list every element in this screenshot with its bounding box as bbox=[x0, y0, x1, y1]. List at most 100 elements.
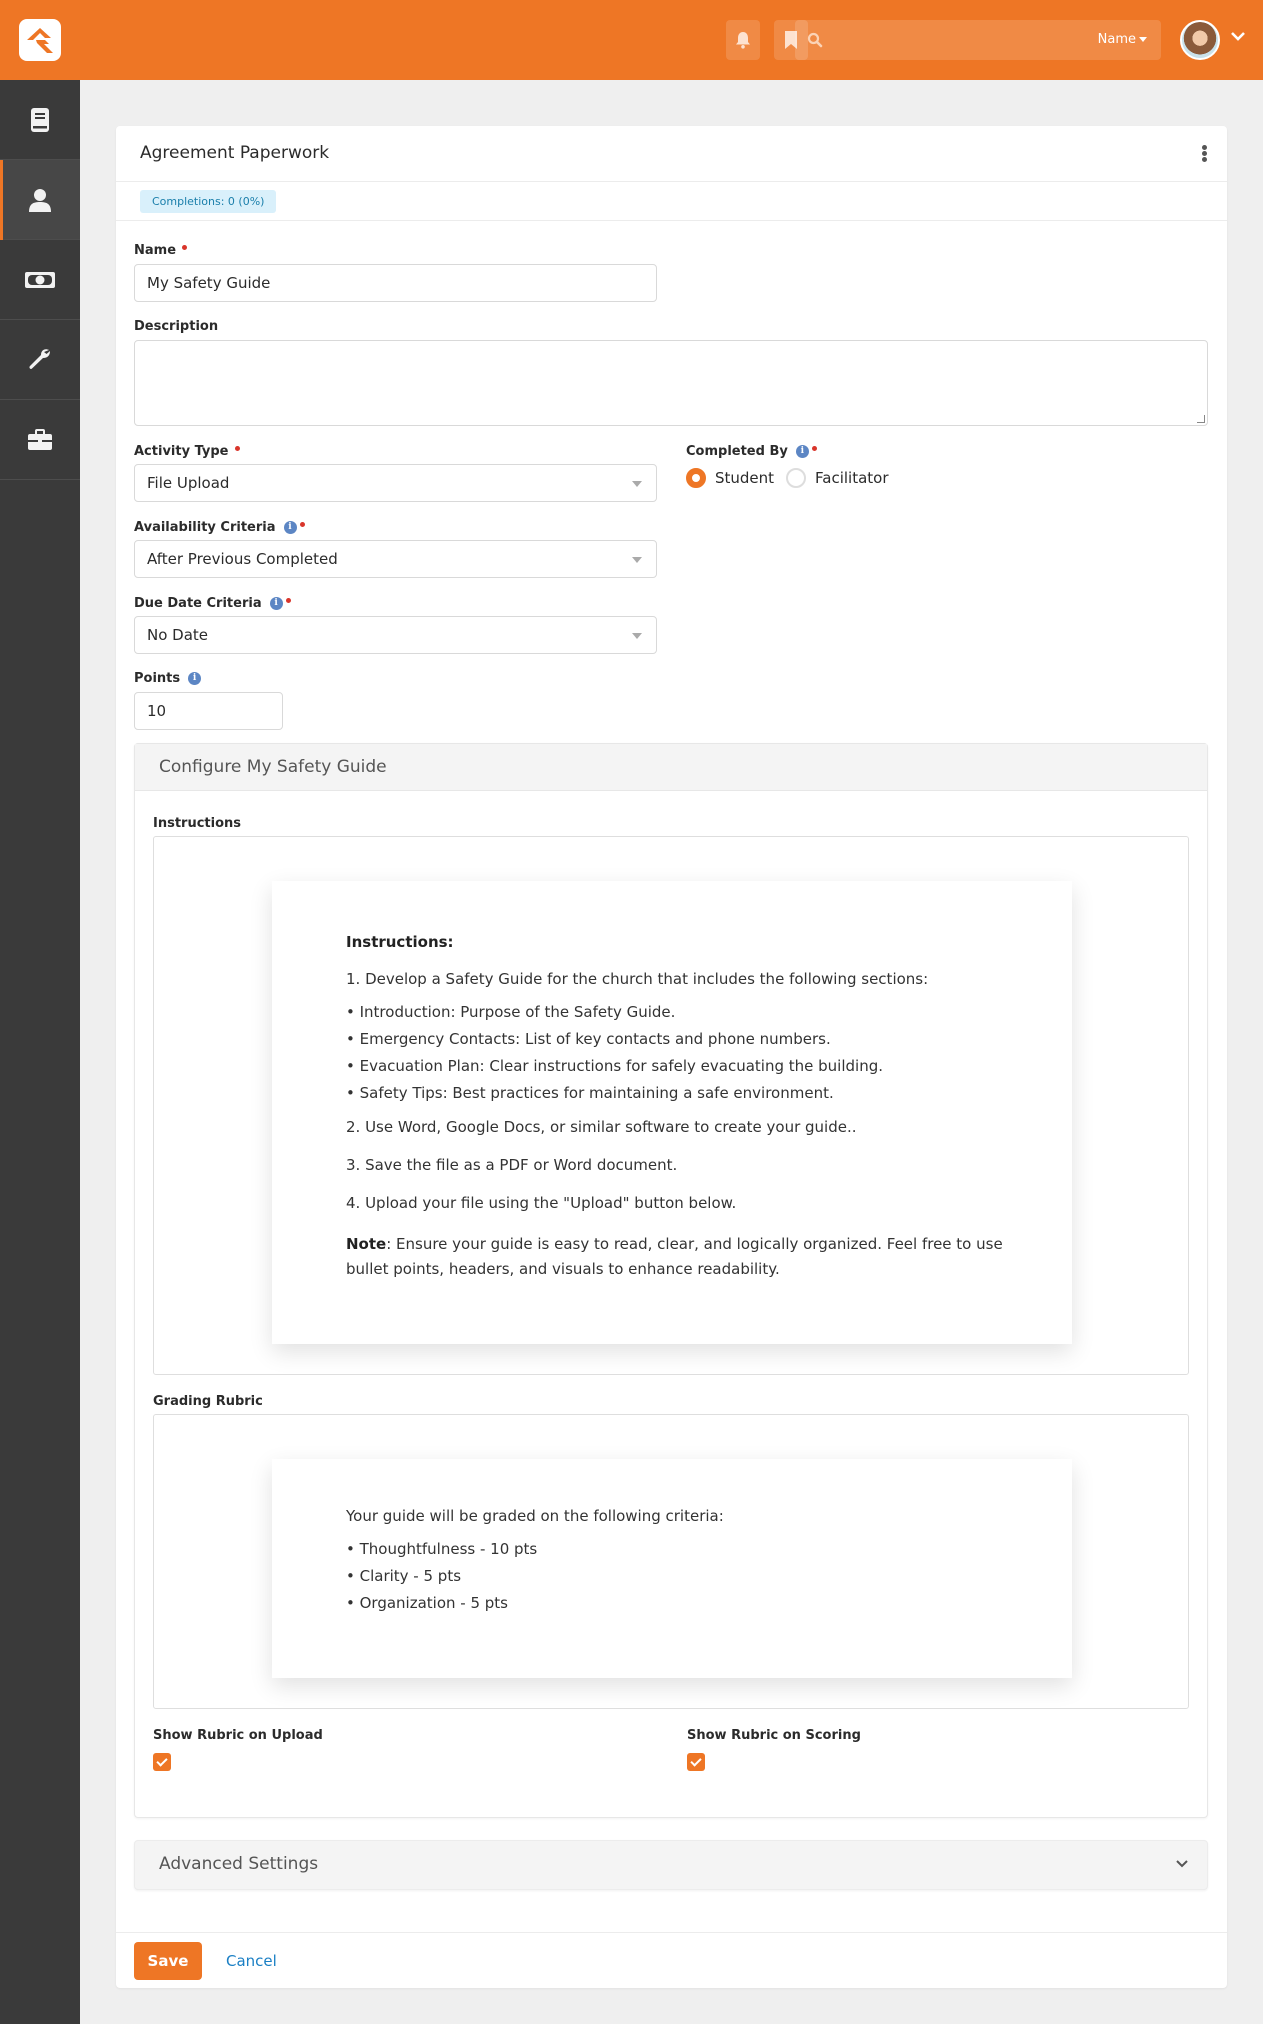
rubric-bullet: • Thoughtfulness - 10 pts bbox=[346, 1540, 538, 1558]
wrench-icon bbox=[29, 349, 50, 369]
caret-down-icon bbox=[632, 633, 642, 639]
availability-criteria-label: Availability Criteria i bbox=[134, 520, 305, 535]
info-icon[interactable]: i bbox=[795, 445, 809, 458]
instructions-step: 2. Use Word, Google Docs, or similar sof… bbox=[346, 1118, 857, 1136]
required-indicator bbox=[811, 446, 817, 451]
user-avatar[interactable] bbox=[1180, 20, 1220, 60]
description-textarea[interactable] bbox=[134, 340, 1208, 426]
sidebar bbox=[0, 80, 80, 2024]
show-rubric-scoring-checkbox[interactable] bbox=[687, 1753, 705, 1771]
rubric-bullet: • Clarity - 5 pts bbox=[346, 1567, 462, 1585]
sidebar-item-finance[interactable] bbox=[0, 240, 80, 320]
show-rubric-upload-checkbox[interactable] bbox=[153, 1753, 171, 1771]
points-input[interactable]: 10 bbox=[134, 692, 283, 730]
radio-student[interactable]: Student bbox=[686, 468, 774, 488]
resize-handle-icon[interactable] bbox=[1197, 415, 1205, 423]
logo-icon bbox=[27, 28, 53, 53]
notifications-button[interactable] bbox=[726, 20, 760, 60]
due-date-criteria-value: No Date bbox=[147, 626, 209, 644]
instructions-label: Instructions bbox=[153, 816, 242, 831]
info-icon[interactable]: i bbox=[269, 597, 283, 610]
instructions-step: 1. Develop a Safety Guide for the church… bbox=[346, 970, 929, 988]
divider bbox=[116, 220, 1227, 221]
search-input[interactable] bbox=[831, 20, 1071, 60]
search-bar: Name bbox=[795, 20, 1161, 60]
advanced-settings-title: Advanced Settings bbox=[159, 1854, 319, 1874]
points-label: Points i bbox=[134, 671, 202, 686]
required-indicator bbox=[234, 446, 240, 451]
required-indicator bbox=[299, 522, 305, 527]
instructions-document: Instructions: 1. Develop a Safety Guide … bbox=[272, 881, 1072, 1344]
caret-down-icon bbox=[1139, 37, 1147, 42]
radio-unselected-icon bbox=[786, 468, 806, 488]
activity-type-label: Activity Type bbox=[134, 444, 240, 459]
search-icon bbox=[807, 32, 823, 48]
instructions-bullet: • Introduction: Purpose of the Safety Gu… bbox=[346, 1003, 676, 1021]
rubric-document: Your guide will be graded on the followi… bbox=[272, 1459, 1072, 1678]
configure-panel-title: Configure My Safety Guide bbox=[135, 744, 1207, 791]
cancel-link[interactable]: Cancel bbox=[226, 1952, 277, 1970]
configure-panel: Configure My Safety Guide Instructions I… bbox=[134, 743, 1208, 1818]
availability-criteria-select[interactable]: After Previous Completed bbox=[134, 540, 657, 578]
name-input[interactable]: My Safety Guide bbox=[134, 264, 657, 302]
rock-logo[interactable] bbox=[19, 19, 61, 61]
required-indicator bbox=[182, 245, 188, 250]
advanced-settings-panel[interactable]: Advanced Settings bbox=[134, 1840, 1208, 1890]
sidebar-item-people[interactable] bbox=[0, 160, 80, 240]
show-rubric-scoring-label: Show Rubric on Scoring bbox=[687, 1728, 861, 1743]
info-icon[interactable]: i bbox=[188, 672, 202, 685]
radio-label: Student bbox=[715, 469, 775, 487]
radio-facilitator[interactable]: Facilitator bbox=[786, 468, 889, 488]
save-button[interactable]: Save bbox=[134, 1942, 202, 1980]
completions-badge: Completions: 0 (0%) bbox=[140, 190, 277, 213]
completed-by-label: Completed By i bbox=[686, 444, 817, 459]
show-rubric-upload-label: Show Rubric on Upload bbox=[153, 1728, 323, 1743]
caret-down-icon bbox=[632, 557, 642, 563]
rubric-bullet: • Organization - 5 pts bbox=[346, 1594, 508, 1612]
due-date-criteria-label: Due Date Criteria i bbox=[134, 596, 291, 611]
activity-type-select[interactable]: File Upload bbox=[134, 464, 657, 502]
due-date-criteria-select[interactable]: No Date bbox=[134, 616, 657, 654]
top-bar: Name bbox=[0, 0, 1263, 80]
instructions-bullet: • Emergency Contacts: List of key contac… bbox=[346, 1030, 831, 1048]
instructions-editor[interactable]: Instructions: 1. Develop a Safety Guide … bbox=[153, 836, 1189, 1375]
instructions-bullet: • Evacuation Plan: Clear instructions fo… bbox=[346, 1057, 883, 1075]
more-options-icon[interactable] bbox=[1197, 144, 1211, 166]
money-icon bbox=[25, 272, 55, 288]
activity-type-value: File Upload bbox=[147, 474, 230, 492]
instructions-content: Instructions: 1. Develop a Safety Guide … bbox=[346, 933, 1006, 1291]
instructions-step: 4. Upload your file using the "Upload" b… bbox=[346, 1194, 737, 1212]
bell-icon bbox=[736, 32, 750, 49]
radio-label: Facilitator bbox=[815, 469, 889, 487]
sidebar-item-library[interactable] bbox=[0, 80, 80, 160]
book-icon bbox=[31, 108, 49, 132]
instructions-step: 3. Save the file as a PDF or Word docume… bbox=[346, 1156, 678, 1174]
name-label: Name bbox=[134, 243, 188, 258]
description-label: Description bbox=[134, 319, 219, 334]
instructions-heading: Instructions: bbox=[346, 933, 454, 951]
caret-down-icon bbox=[632, 481, 642, 487]
footer-divider bbox=[116, 1932, 1227, 1933]
card-title: Agreement Paperwork bbox=[140, 143, 330, 163]
instructions-note: Note: Ensure your guide is easy to read,… bbox=[346, 1235, 1003, 1278]
instructions-bullet: • Safety Tips: Best practices for mainta… bbox=[346, 1084, 834, 1102]
search-scope-dropdown[interactable]: Name bbox=[1098, 32, 1147, 47]
rubric-intro: Your guide will be graded on the followi… bbox=[346, 1507, 724, 1525]
completed-by-radio-group: Student Facilitator bbox=[686, 468, 986, 490]
chevron-down-icon[interactable] bbox=[1230, 30, 1246, 42]
required-indicator bbox=[285, 598, 291, 603]
radio-selected-icon bbox=[686, 468, 706, 488]
grading-rubric-editor[interactable]: Your guide will be graded on the followi… bbox=[153, 1414, 1189, 1709]
grading-rubric-label: Grading Rubric bbox=[153, 1394, 263, 1409]
info-icon[interactable]: i bbox=[283, 521, 297, 534]
divider bbox=[116, 181, 1227, 182]
chevron-down-icon[interactable] bbox=[1175, 1858, 1189, 1870]
availability-criteria-value: After Previous Completed bbox=[147, 550, 338, 568]
sidebar-item-tools[interactable] bbox=[0, 320, 80, 400]
rubric-content: Your guide will be graded on the followi… bbox=[346, 1507, 946, 1621]
search-scope-label: Name bbox=[1097, 32, 1136, 47]
person-icon bbox=[29, 189, 51, 212]
activity-editor-card: Agreement Paperwork Completions: 0 (0%) … bbox=[116, 126, 1227, 1988]
sidebar-item-admin[interactable] bbox=[0, 400, 80, 480]
briefcase-icon bbox=[28, 429, 52, 450]
